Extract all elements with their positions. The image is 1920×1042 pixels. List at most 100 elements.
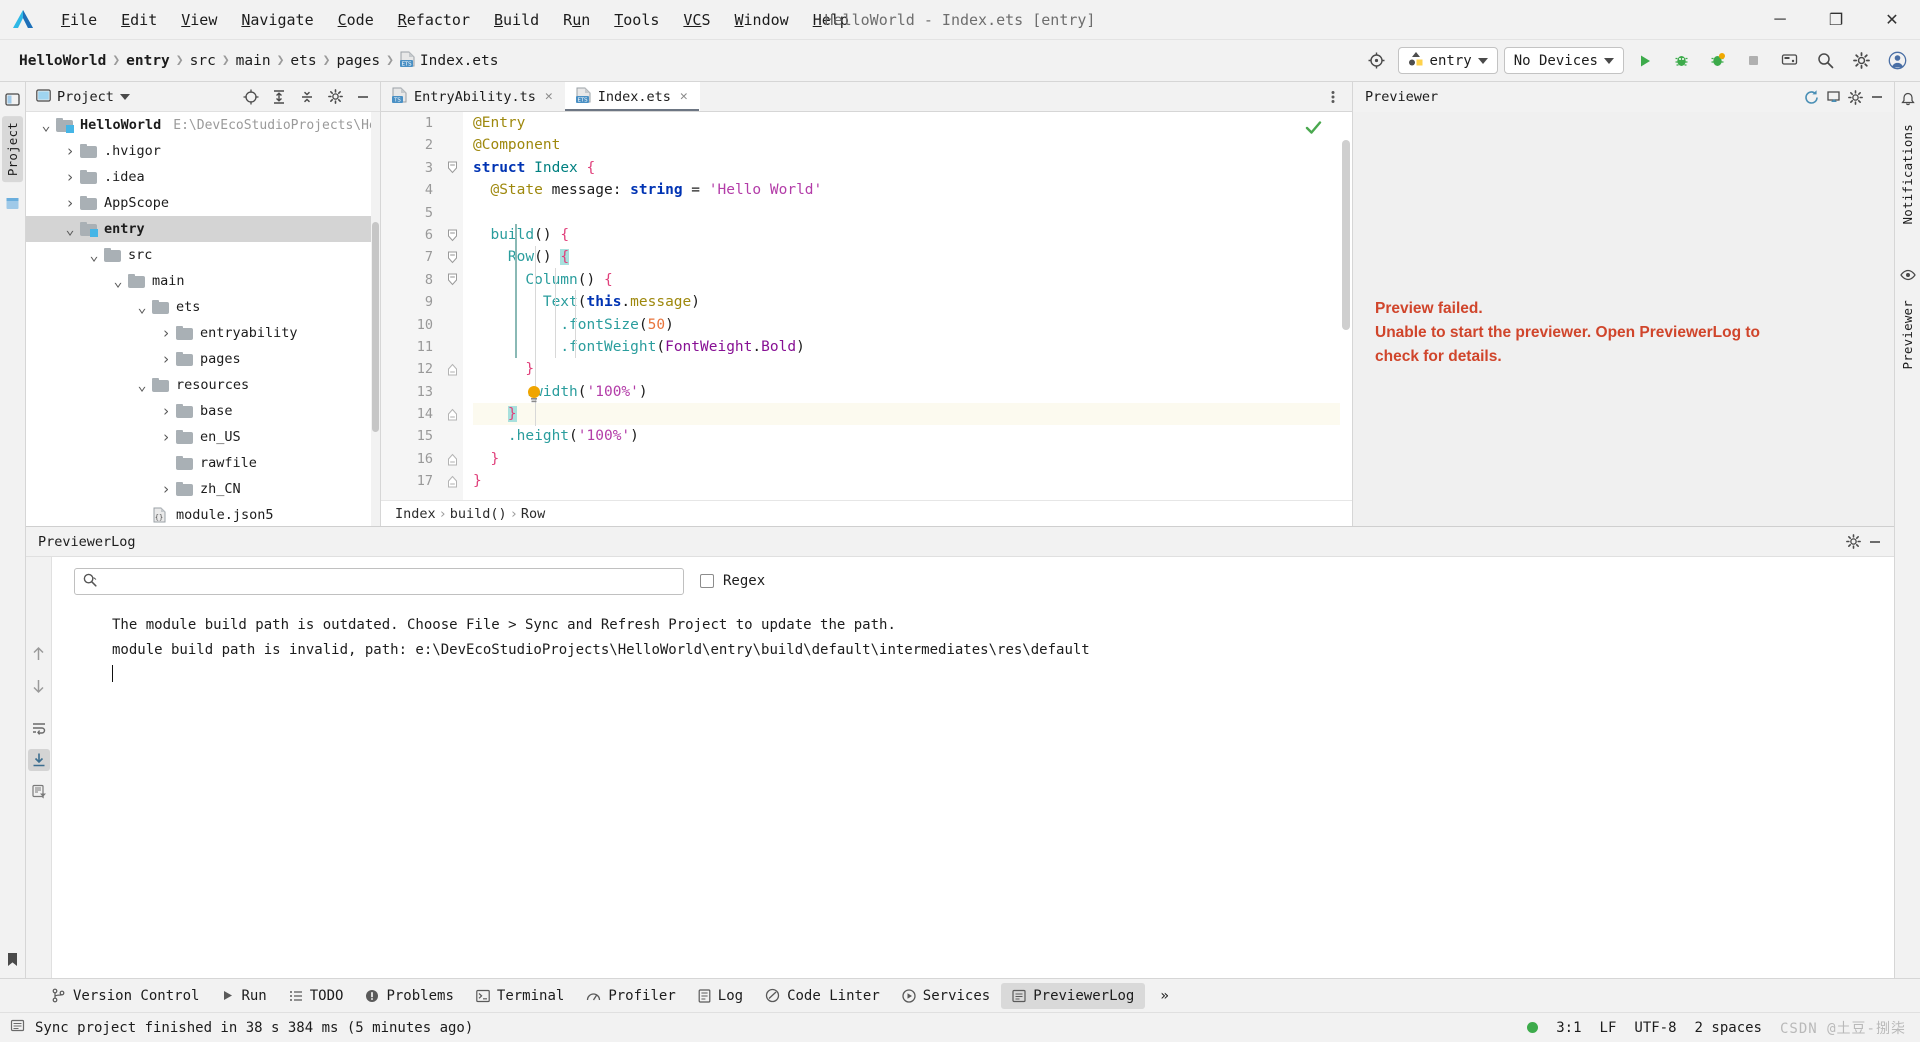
menu-window[interactable]: Window: [724, 7, 800, 33]
inspector-icon[interactable]: [1822, 86, 1844, 108]
editor-scrollbar[interactable]: [1340, 112, 1352, 500]
chevron-down-icon[interactable]: ⌄: [60, 220, 80, 238]
editor-breadcrumb-component[interactable]: Row: [521, 506, 545, 522]
caret-position[interactable]: 3:1: [1556, 1020, 1581, 1036]
filter-icon[interactable]: [28, 781, 50, 803]
tool-window-button-services[interactable]: Services: [891, 983, 1001, 1009]
code-line[interactable]: @State message: string = 'Hello World': [473, 179, 1352, 201]
tree-node-en-us[interactable]: › en_US: [26, 424, 380, 450]
previewer-minimize-icon[interactable]: [1866, 86, 1888, 108]
scroll-to-end-icon[interactable]: [27, 749, 50, 771]
chevron-right-icon[interactable]: ›: [156, 324, 176, 342]
code-line[interactable]: }: [473, 448, 1352, 470]
fold-marker-icon[interactable]: [441, 246, 463, 268]
chevron-right-icon[interactable]: ›: [156, 350, 176, 368]
code-line[interactable]: @Component: [473, 134, 1352, 156]
code-text[interactable]: @Entry @Component struct Index { @State me…: [463, 112, 1352, 500]
menu-view[interactable]: View: [170, 7, 228, 33]
project-stripe-icon[interactable]: [4, 90, 22, 108]
tree-node-entry[interactable]: ⌄ entry: [26, 216, 380, 242]
menu-tools[interactable]: Tools: [603, 7, 670, 33]
breadcrumb-item-ets[interactable]: ets: [285, 51, 321, 71]
target-icon[interactable]: [1362, 46, 1392, 76]
stop-button[interactable]: [1738, 46, 1768, 76]
sidebar-item-notifications[interactable]: Notifications: [1897, 118, 1918, 230]
code-line[interactable]: Text(this.message): [473, 291, 1352, 313]
menu-edit[interactable]: Edit: [110, 7, 168, 33]
fold-marker-icon[interactable]: [441, 224, 463, 246]
code-canvas[interactable]: 1 2 3 4 5 6 7 8 9 10 11 12 13 14 15 16 17 @Entry @Compone…: [381, 112, 1352, 500]
menu-bar[interactable]: File Edit View Navigate Code Refactor Bu…: [50, 7, 860, 33]
soft-wrap-icon[interactable]: [28, 717, 50, 739]
code-line[interactable]: struct Index {: [473, 157, 1352, 179]
tool-window-button-version-control[interactable]: Version Control: [40, 983, 210, 1009]
menu-run[interactable]: Run: [552, 7, 601, 33]
minimize-button[interactable]: ─: [1752, 0, 1808, 40]
code-line[interactable]: .height('100%'): [473, 425, 1352, 447]
expand-all-icon[interactable]: [268, 86, 290, 108]
sidebar-item-project[interactable]: Project: [2, 116, 23, 183]
project-tree[interactable]: ⌄ HelloWorld E:\DevEcoStudioProjects\Hell ›…: [26, 112, 380, 526]
editor-breadcrumb-method[interactable]: build(): [450, 506, 507, 522]
code-line[interactable]: build() {: [473, 224, 1352, 246]
maximize-button[interactable]: ❐: [1808, 0, 1864, 40]
editor-tab-index[interactable]: ETS Index.ets ✕: [564, 82, 700, 111]
scroll-from-source-icon[interactable]: [240, 86, 262, 108]
tree-node-appscope[interactable]: › AppScope: [26, 190, 380, 216]
tree-node-src[interactable]: ⌄ src: [26, 242, 380, 268]
tree-node-base[interactable]: › base: [26, 398, 380, 424]
breadcrumb-item-main[interactable]: main: [231, 51, 276, 71]
tree-node-pages[interactable]: › pages: [26, 346, 380, 372]
arrow-down-icon[interactable]: [28, 675, 50, 697]
log-search-box[interactable]: [74, 567, 684, 595]
menu-build[interactable]: Build: [483, 7, 550, 33]
chevron-right-icon[interactable]: ›: [156, 428, 176, 446]
menu-navigate[interactable]: Navigate: [230, 7, 324, 33]
code-line[interactable]: Column() {: [473, 269, 1352, 291]
fold-marker-icon[interactable]: [441, 448, 463, 470]
chevron-down-icon[interactable]: ⌄: [84, 246, 104, 264]
gear-icon[interactable]: [1846, 46, 1876, 76]
tree-node-module-json5[interactable]: {} module.json5: [26, 502, 380, 526]
tool-window-bar[interactable]: Version Control Run TODO Problems Terminal Pr…: [0, 978, 1920, 1012]
tree-node-ets[interactable]: ⌄ ets: [26, 294, 380, 320]
code-line[interactable]: .fontWeight(FontWeight.Bold): [473, 336, 1352, 358]
arrow-up-icon[interactable]: [28, 643, 50, 665]
status-event-log-icon[interactable]: [10, 1018, 25, 1037]
log-search-input[interactable]: [103, 573, 675, 589]
tree-node-rawfile[interactable]: rawfile: [26, 450, 380, 476]
code-folding-column[interactable]: [441, 112, 463, 500]
chevron-down-icon[interactable]: ⌄: [132, 298, 152, 316]
close-icon[interactable]: ✕: [543, 89, 555, 104]
code-line[interactable]: }: [473, 470, 1352, 492]
fold-marker-icon[interactable]: [441, 269, 463, 291]
log-output[interactable]: The module build path is outdated. Choos…: [52, 605, 1894, 978]
tool-window-button-problems[interactable]: Problems: [354, 983, 464, 1009]
scrollbar-thumb[interactable]: [372, 222, 379, 432]
tree-node-zh-cn[interactable]: › zh_CN: [26, 476, 380, 502]
tool-window-button-log[interactable]: Log: [687, 983, 754, 1009]
close-button[interactable]: ✕: [1864, 0, 1920, 40]
fold-marker-icon[interactable]: [441, 470, 463, 492]
tree-node--idea[interactable]: › .idea: [26, 164, 380, 190]
fold-marker-icon[interactable]: [441, 358, 463, 380]
hide-panel-icon[interactable]: [352, 86, 374, 108]
tool-window-button-todo[interactable]: TODO: [278, 983, 355, 1009]
fold-marker-icon[interactable]: [441, 157, 463, 179]
code-line[interactable]: @Entry: [473, 112, 1352, 134]
line-separator[interactable]: LF: [1600, 1020, 1617, 1036]
tree-node-entryability[interactable]: › entryability: [26, 320, 380, 346]
sidebar-item-previewer[interactable]: Previewer: [1897, 294, 1918, 376]
breadcrumb-item-pages[interactable]: pages: [331, 51, 385, 71]
chevron-right-icon[interactable]: ›: [60, 142, 80, 160]
run-button[interactable]: [1630, 46, 1660, 76]
chevron-down-icon[interactable]: ⌄: [132, 376, 152, 394]
menu-code[interactable]: Code: [327, 7, 385, 33]
code-line[interactable]: Row() {: [473, 246, 1352, 268]
tool-window-button-run[interactable]: Run: [210, 983, 277, 1009]
menu-refactor[interactable]: Refactor: [387, 7, 481, 33]
chevron-down-icon[interactable]: ⌄: [36, 116, 56, 134]
code-line[interactable]: [473, 202, 1352, 224]
editor-breadcrumb-struct[interactable]: Index: [395, 506, 436, 522]
tool-window-button-previewerlog[interactable]: PreviewerLog: [1001, 982, 1146, 1009]
